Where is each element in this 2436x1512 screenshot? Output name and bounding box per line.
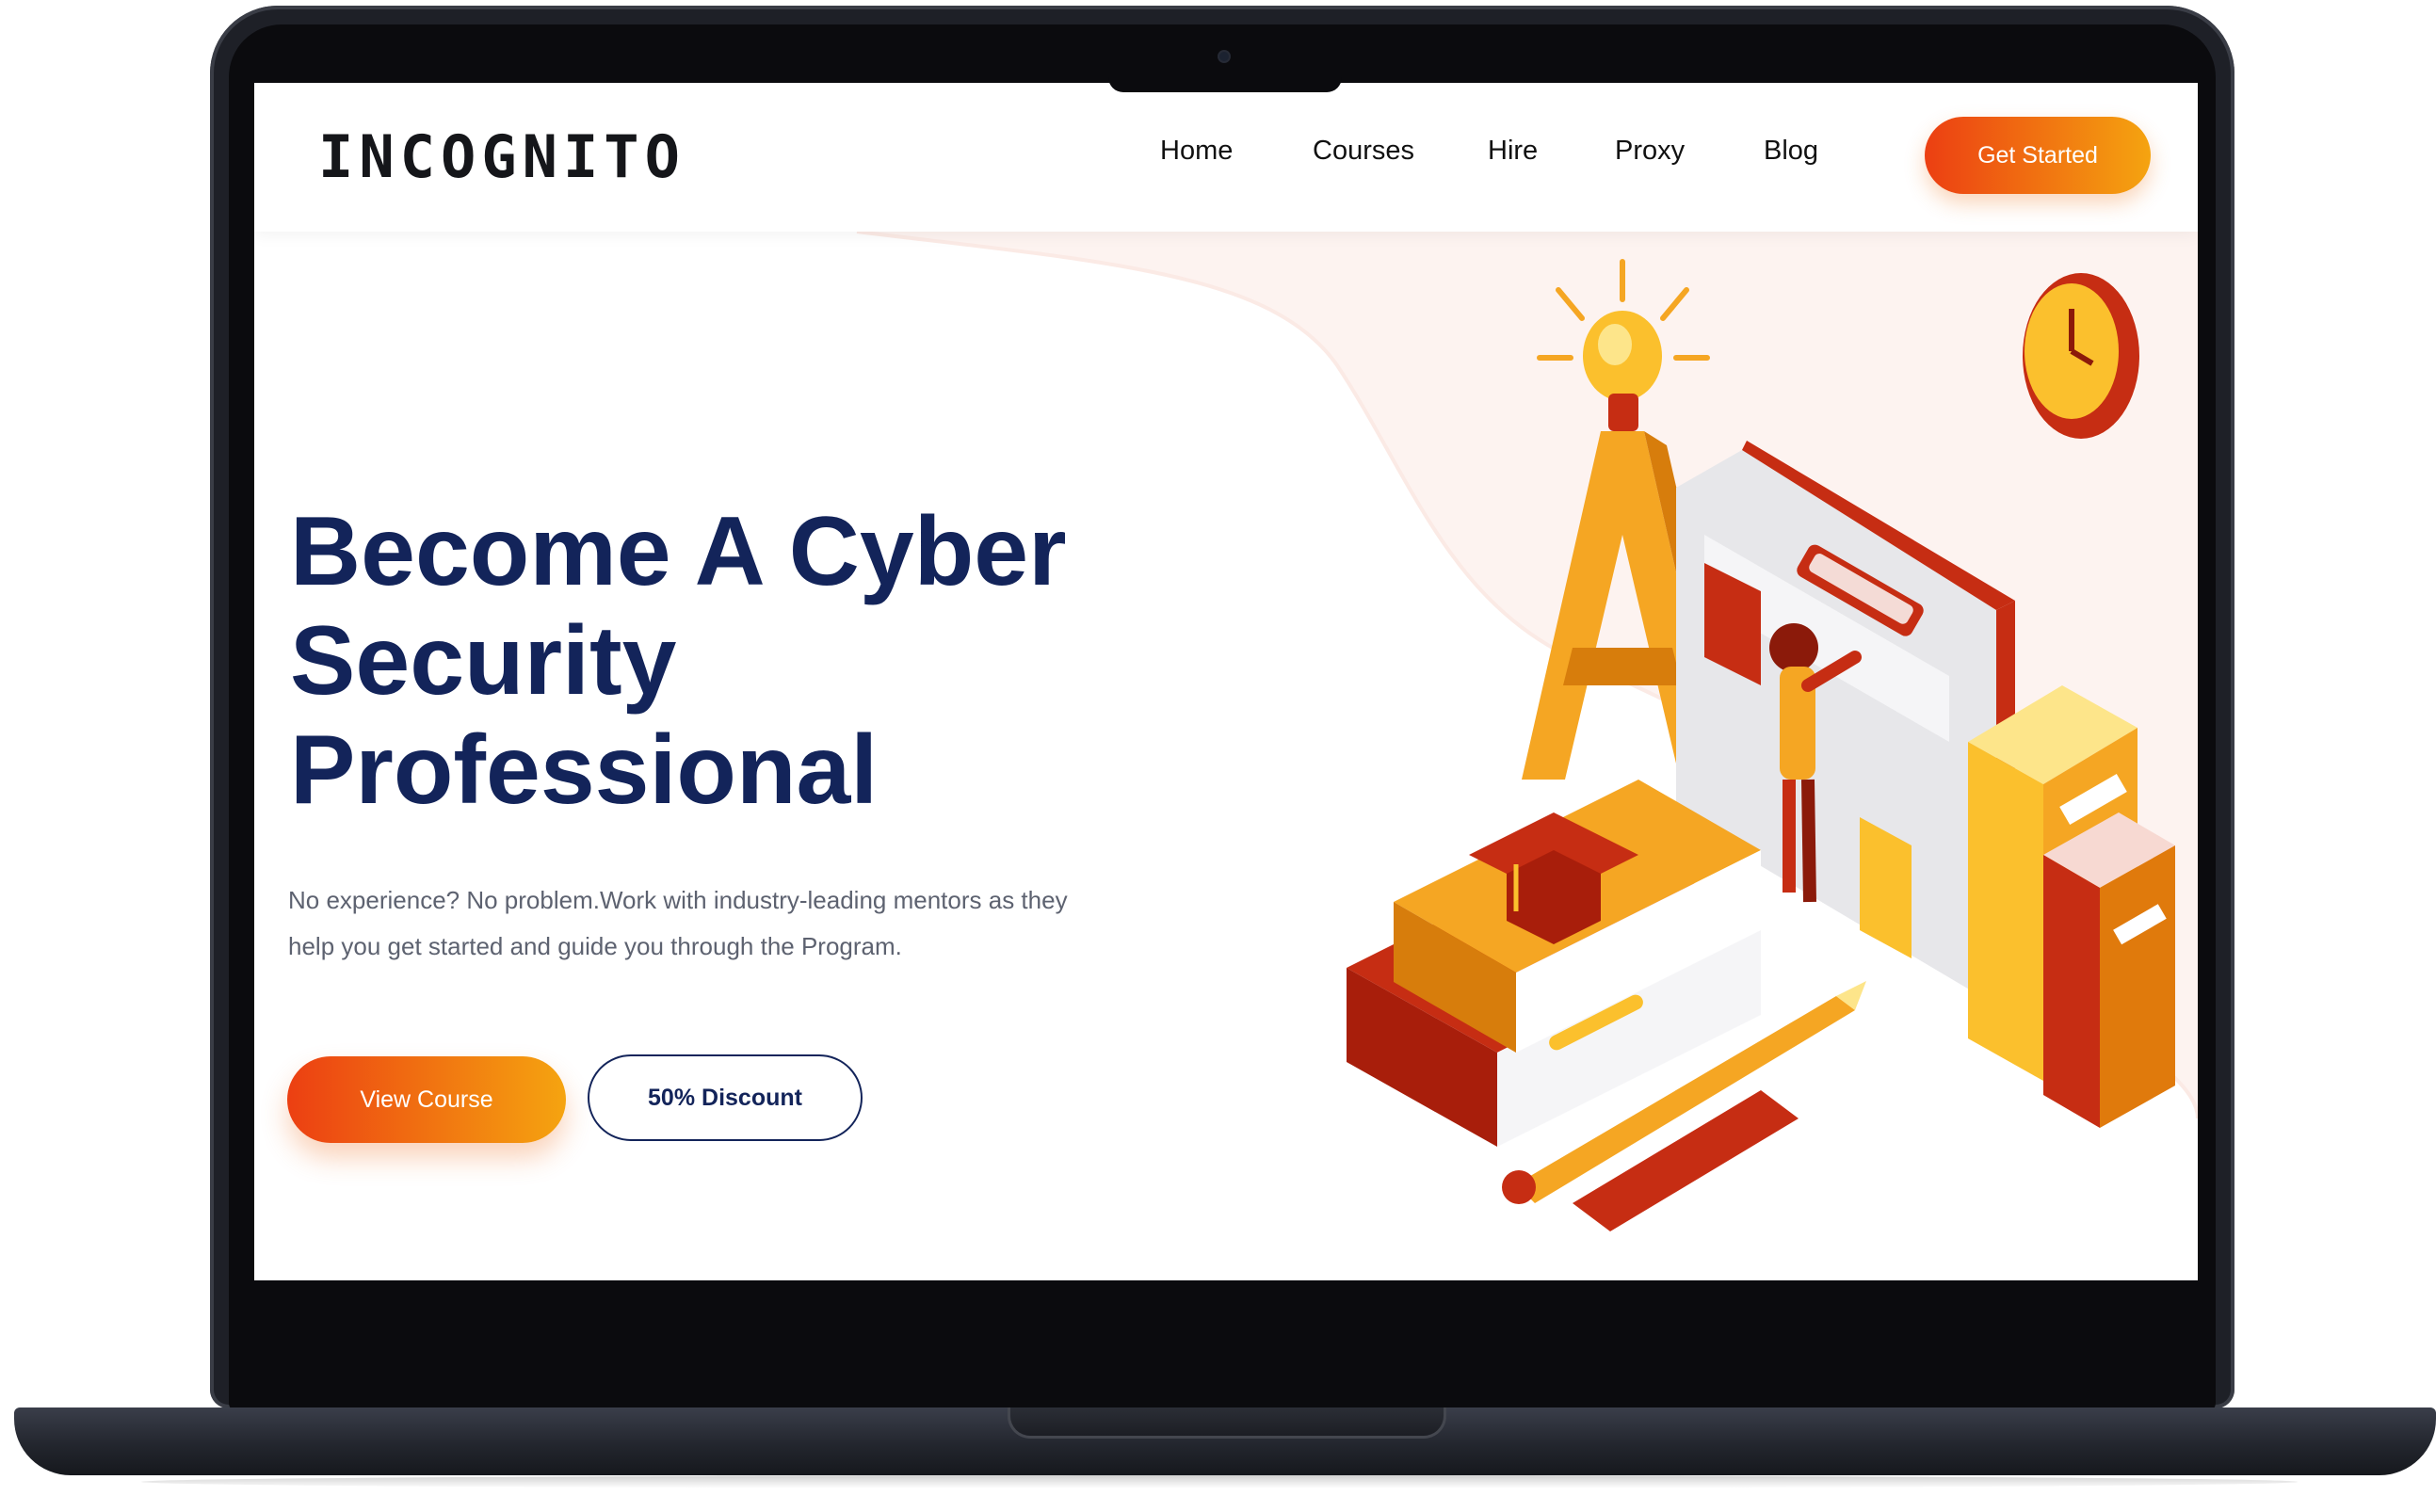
camera-icon xyxy=(1219,52,1229,61)
laptop-shadow xyxy=(141,1475,2298,1488)
education-illustration xyxy=(1347,259,2175,1231)
nav-blog[interactable]: Blog xyxy=(1764,137,1818,165)
logo[interactable]: INCOGNITO xyxy=(318,128,686,186)
navbar: INCOGNITO Home Courses Hire Proxy Blog G… xyxy=(254,83,2198,232)
view-course-button[interactable]: View Course xyxy=(287,1056,566,1143)
trackpad-notch xyxy=(1008,1407,1446,1439)
bezel-bottom xyxy=(247,1280,2202,1307)
discount-button[interactable]: 50% Discount xyxy=(588,1054,863,1141)
hero-title-line: Professional xyxy=(290,716,879,825)
get-started-button[interactable]: Get Started xyxy=(1925,117,2151,194)
website-screen: INCOGNITO Home Courses Hire Proxy Blog G… xyxy=(254,83,2198,1280)
hero-title: Become A Cyber Security Professional xyxy=(290,497,1137,825)
nav-proxy[interactable]: Proxy xyxy=(1615,137,1685,165)
nav-home[interactable]: Home xyxy=(1160,137,1233,165)
hero-title-line: Become A Cyber xyxy=(290,497,1067,606)
nav-courses[interactable]: Courses xyxy=(1313,137,1414,165)
hero-subtitle-line: No experience? No problem.Work with indu… xyxy=(288,886,1068,914)
hero-title-line: Security xyxy=(290,606,677,716)
hero-subtitle: No experience? No problem.Work with indu… xyxy=(288,877,1192,970)
hero-subtitle-line: help you get started and guide you throu… xyxy=(288,932,902,960)
nav-hire[interactable]: Hire xyxy=(1488,137,1538,165)
